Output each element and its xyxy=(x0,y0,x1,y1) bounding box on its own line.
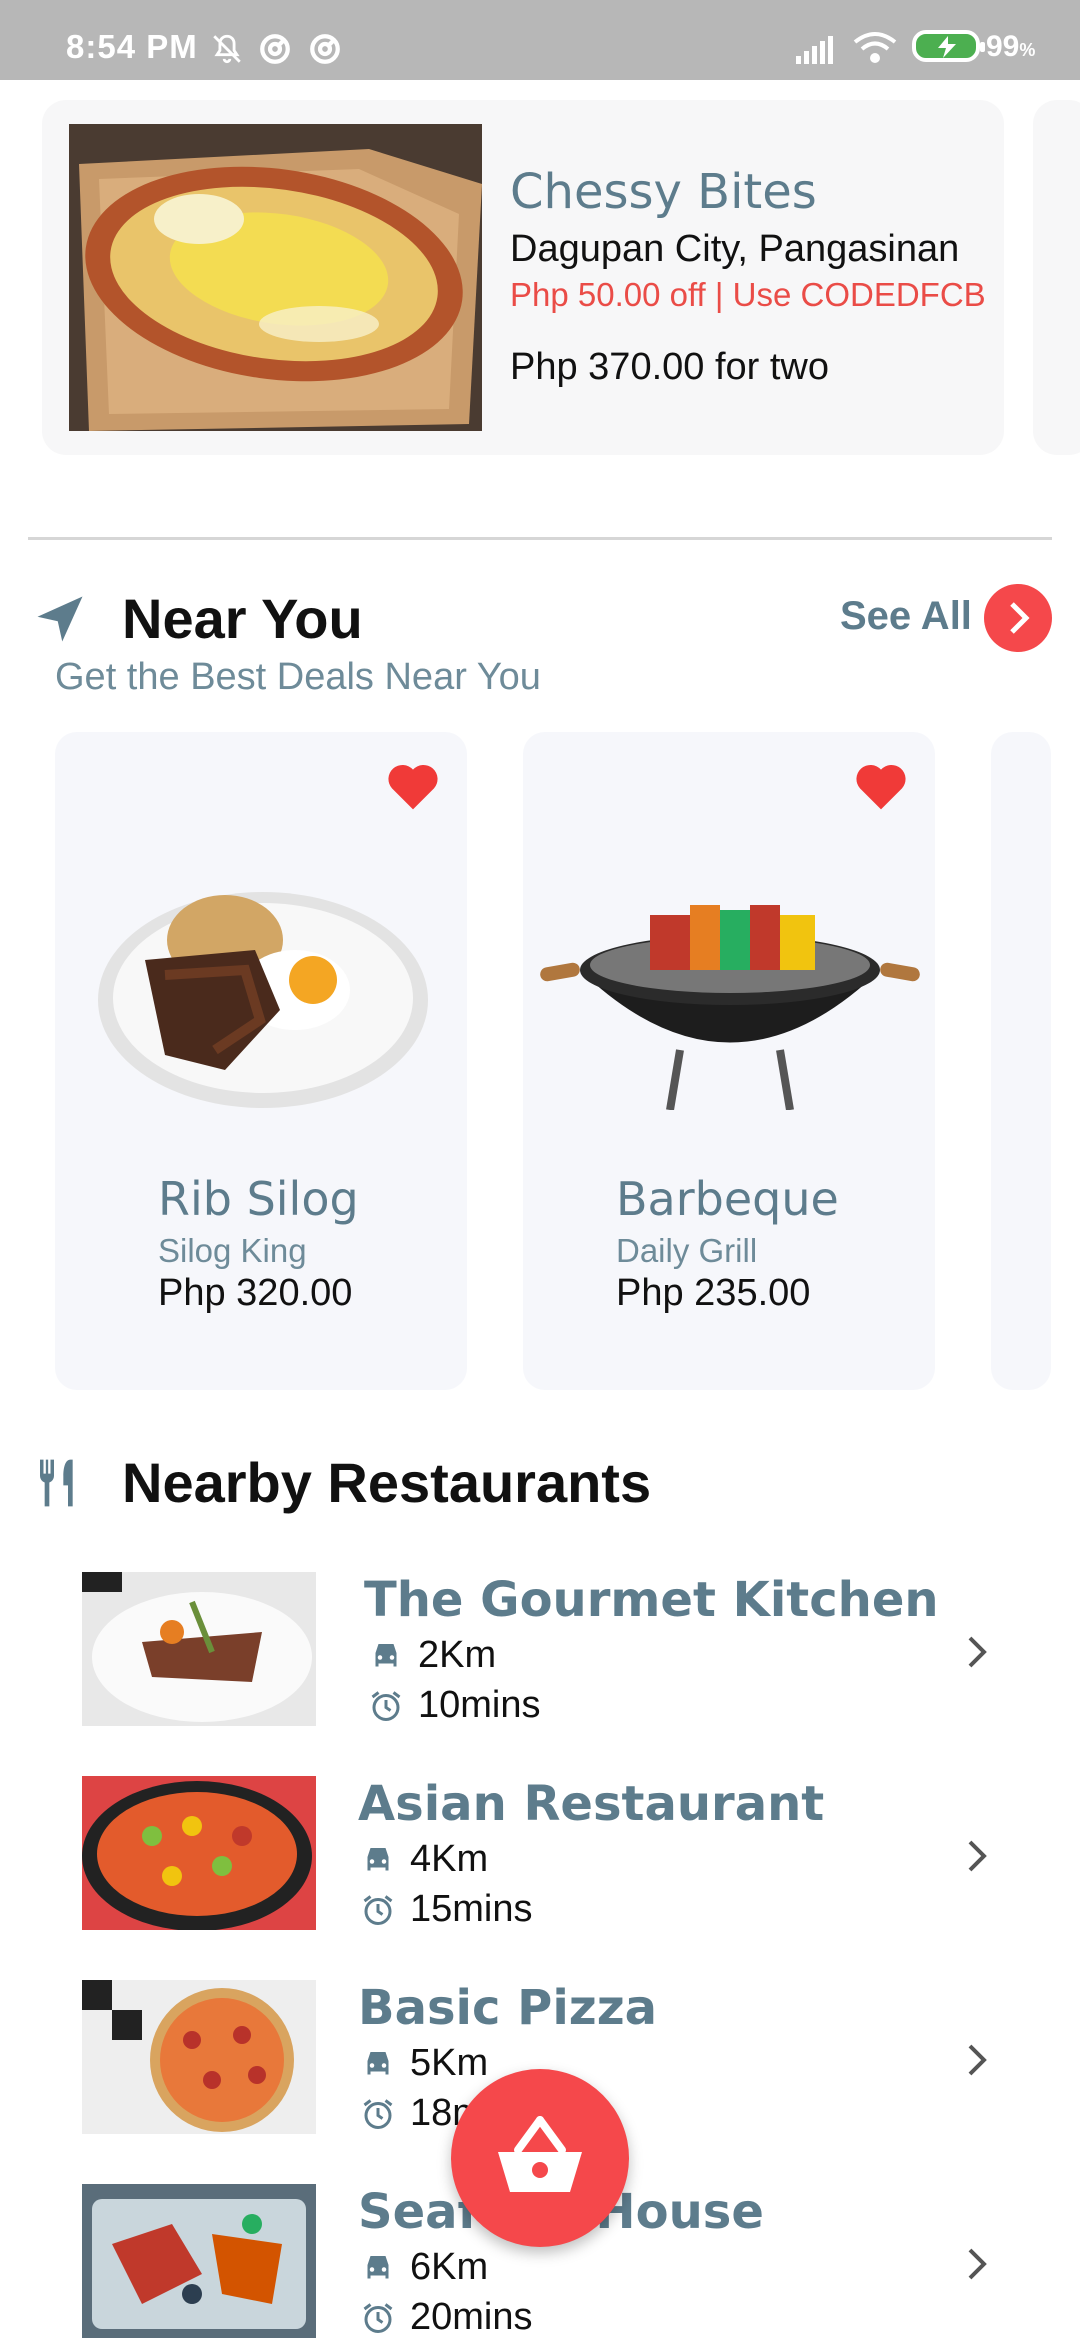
car-icon xyxy=(367,2052,389,2075)
featured-image xyxy=(69,124,482,431)
car-icon xyxy=(375,1644,397,1667)
status-bar: 8:54 PM 99% xyxy=(0,0,1080,80)
chevron-right-icon[interactable] xyxy=(962,2040,992,2080)
see-all-link[interactable]: See All xyxy=(840,594,972,639)
chevron-right-icon xyxy=(1010,602,1030,634)
restaurant-distance: 6Km xyxy=(410,2246,489,2288)
chevron-right-icon[interactable] xyxy=(962,2244,992,2284)
cart-button[interactable] xyxy=(451,2069,629,2247)
alarm-clock-icon xyxy=(371,1691,401,1721)
restaurant-distance: 5Km xyxy=(410,2042,489,2084)
restaurant-icon xyxy=(40,1459,73,1507)
deal-name: Rib Silog xyxy=(158,1172,359,1226)
deal-card-next[interactable] xyxy=(991,732,1051,1390)
deal-restaurant: Silog King xyxy=(158,1232,307,1269)
signal-icon xyxy=(796,36,833,64)
restaurant-image xyxy=(82,1776,316,1930)
restaurant-name: Asian Restaurant xyxy=(358,1776,825,1832)
alarm-clock-icon xyxy=(363,2099,393,2129)
featured-card-next[interactable] xyxy=(1033,100,1080,455)
restaurant-time: 10mins xyxy=(418,1684,541,1726)
sync-icon-2 xyxy=(310,34,340,64)
alarm-clock-icon xyxy=(363,1895,393,1925)
featured-title: Chessy Bites xyxy=(510,164,817,220)
car-icon xyxy=(367,2256,389,2279)
restaurant-image xyxy=(82,1572,316,1726)
deal-price: Php 235.00 xyxy=(616,1272,811,1314)
near-you-subtitle: Get the Best Deals Near You xyxy=(55,656,541,698)
battery-icon xyxy=(912,30,985,62)
car-icon xyxy=(367,1848,389,1871)
restaurant-name: Basic Pizza xyxy=(358,1980,658,2036)
mute-bell-icon xyxy=(213,34,241,64)
restaurant-distance: 2Km xyxy=(418,1634,497,1676)
barbeque-image xyxy=(540,905,920,1110)
restaurant-image xyxy=(82,1980,316,2134)
see-all-button[interactable] xyxy=(984,584,1052,652)
deal-name: Barbeque xyxy=(616,1172,839,1226)
near-you-title: Near You xyxy=(122,587,363,650)
deal-price: Php 320.00 xyxy=(158,1272,353,1314)
rib-silog-image xyxy=(98,892,428,1108)
sync-icon xyxy=(260,34,290,64)
basket-icon xyxy=(498,2116,582,2192)
restaurant-time: 15mins xyxy=(410,1888,533,1930)
restaurant-time: 20mins xyxy=(410,2296,533,2338)
featured-location: Dagupan City, Pangasinan xyxy=(510,228,960,270)
restaurant-image xyxy=(82,2184,316,2338)
heart-icon[interactable] xyxy=(853,760,909,812)
alarm-clock-icon xyxy=(363,2303,393,2333)
chevron-right-icon[interactable] xyxy=(962,1836,992,1876)
status-time: 8:54 PM xyxy=(66,28,198,65)
nearby-title: Nearby Restaurants xyxy=(122,1451,652,1514)
chevron-right-icon[interactable] xyxy=(962,1632,992,1672)
section-divider xyxy=(28,537,1052,540)
featured-price: Php 370.00 for two xyxy=(510,346,829,388)
restaurant-distance: 4Km xyxy=(410,1838,489,1880)
restaurant-name: The Gourmet Kitchen xyxy=(364,1572,939,1628)
wifi-icon xyxy=(853,32,897,63)
deal-restaurant: Daily Grill xyxy=(616,1232,758,1269)
featured-promo: Php 50.00 off | Use CODEDFCB xyxy=(510,276,986,313)
heart-icon[interactable] xyxy=(385,760,441,812)
battery-percent: 99% xyxy=(986,30,1036,63)
navigation-arrow-icon xyxy=(37,596,83,642)
